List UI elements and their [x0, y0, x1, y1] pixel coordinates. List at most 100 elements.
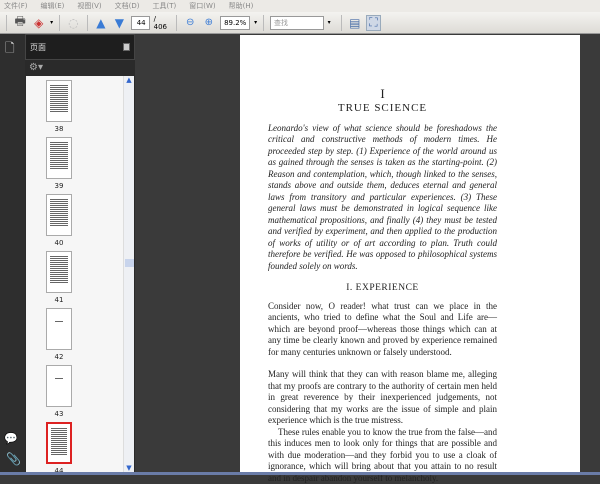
thumbnail-text-line	[50, 207, 68, 208]
panel-splitter[interactable]	[135, 34, 140, 472]
previous-page-button[interactable]: ▲	[94, 15, 109, 31]
thumbnail-text-line	[51, 442, 67, 443]
thumbnail-text-line	[50, 85, 68, 86]
thumbnail-text-line	[50, 162, 68, 163]
thumbnail-text-line	[51, 440, 67, 441]
thumbnail-text-line	[50, 93, 68, 94]
panel-menu-button[interactable]	[123, 43, 130, 51]
options-gear-icon[interactable]: ⚙▾	[25, 60, 135, 75]
thumbnail-text-line	[50, 107, 68, 108]
page-thumbnail[interactable]	[46, 251, 72, 293]
paragraph: Many will think that they can with reaso…	[268, 369, 497, 427]
thumbnail-text-line	[55, 321, 62, 322]
scroll-thumb[interactable]	[125, 259, 134, 267]
thumbnail-text-line	[51, 432, 67, 433]
chevron-down-icon[interactable]: ▾	[254, 19, 257, 26]
divider	[6, 15, 7, 31]
zoom-input[interactable]: 89.2%	[220, 16, 250, 30]
menu-help[interactable]: 帮助(H)	[229, 1, 254, 11]
thumbnail-text-line	[50, 152, 68, 153]
thumbnail-text-line	[51, 434, 67, 435]
thumbnail-text-line	[50, 217, 68, 218]
thumbnail-text-line	[50, 270, 68, 271]
thumbnail-text-line	[51, 454, 67, 455]
thumbnail-text-line	[50, 95, 68, 96]
paragraph: Consider now, O reader! what trust can w…	[268, 301, 497, 359]
full-screen-icon[interactable]: ⛶	[366, 15, 381, 31]
chapter-number: I	[268, 87, 497, 101]
thumbnail-text-line	[50, 101, 68, 102]
menu-view[interactable]: 视图(V)	[77, 1, 101, 11]
divider	[263, 15, 264, 31]
thumbnail-text-line	[50, 215, 68, 216]
scroll-down-button[interactable]: ▼	[124, 464, 134, 472]
divider	[176, 15, 177, 31]
thumbnail-text-line	[50, 268, 68, 269]
thumbnail-text-line	[50, 111, 68, 112]
thumbnail-text-line	[50, 256, 68, 257]
thumbnail-text-line	[51, 428, 67, 429]
paragraph: These rules enable you to know the true …	[268, 427, 497, 484]
next-page-button[interactable]: ▼	[112, 15, 127, 31]
navigation-pane-icons: 🗋 💬 📎	[0, 34, 25, 472]
page-thumbnail[interactable]	[46, 137, 72, 179]
collaborate-icon: ◌	[66, 15, 81, 31]
thumbnail-text-line	[50, 213, 68, 214]
zoom-out-button[interactable]: ⊖	[183, 15, 198, 31]
thumbnail-text-line	[50, 209, 68, 210]
thumbnail-text-line	[50, 223, 68, 224]
thumbnail-text-line	[51, 438, 67, 439]
thumbnail-text-line	[55, 378, 62, 379]
scroll-up-button[interactable]: ▲	[124, 76, 134, 84]
thumbnail-text-line	[50, 146, 68, 147]
panel-title: 页面	[30, 42, 46, 53]
scrollbar[interactable]: ▲ ▼	[123, 76, 134, 472]
search-input[interactable]: 查找	[270, 16, 324, 30]
chevron-down-icon[interactable]: ▾	[328, 19, 331, 26]
thumbnail-text-line	[50, 274, 68, 275]
thumbnail-text-line	[50, 150, 68, 151]
page-thumbnail-label: 42	[44, 353, 74, 361]
zoom-in-button[interactable]: ⊕	[202, 15, 217, 31]
thumbnail-text-line	[50, 266, 68, 267]
divider	[87, 15, 88, 31]
panel-header: 页面	[25, 34, 135, 60]
menu-file[interactable]: 文件(F)	[4, 1, 28, 11]
print-icon[interactable]: 🖶	[13, 15, 28, 31]
thumbnail-text-line	[50, 91, 68, 92]
page-thumbnail[interactable]	[46, 194, 72, 236]
page-number-input[interactable]: 44	[131, 16, 150, 30]
page-thumbnail[interactable]	[46, 80, 72, 122]
page-thumbnail-label: 39	[44, 182, 74, 190]
thumbnail-text-line	[50, 103, 68, 104]
thumbnail-list: ▲ ▼ 38394041424344	[26, 76, 134, 472]
section-title: I. EXPERIENCE	[268, 283, 497, 295]
menu-document[interactable]: 文档(D)	[115, 1, 140, 11]
thumbnail-text-line	[50, 278, 68, 279]
menu-window[interactable]: 窗口(W)	[189, 1, 215, 11]
thumbnail-text-line	[51, 452, 67, 453]
thumbnail-text-line	[51, 436, 67, 437]
menu-tools[interactable]: 工具(T)	[153, 1, 177, 11]
comments-icon[interactable]: 💬	[4, 432, 18, 445]
chevron-down-icon[interactable]: ▾	[50, 19, 53, 26]
fit-width-icon[interactable]: ▤	[348, 15, 363, 31]
menu-edit[interactable]: 编辑(E)	[41, 1, 65, 11]
create-pdf-icon[interactable]: ◈	[32, 15, 47, 31]
attachment-icon[interactable]: 📎	[6, 452, 21, 466]
thumbnail-text-line	[50, 225, 68, 226]
page-thumbnail[interactable]	[46, 308, 72, 350]
thumbnail-text-line	[50, 97, 68, 98]
thumbnail-text-line	[50, 199, 68, 200]
thumbnail-text-line	[50, 89, 68, 90]
page-thumbnail[interactable]	[46, 365, 72, 407]
divider	[341, 15, 342, 31]
thumbnail-text-line	[51, 450, 67, 451]
thumbnail-text-line	[50, 201, 68, 202]
thumbnail-text-line	[50, 260, 68, 261]
thumbnail-text-line	[51, 448, 67, 449]
thumbnail-text-line	[50, 166, 68, 167]
pages-icon[interactable]: 🗋	[5, 39, 15, 60]
page-thumbnail[interactable]	[46, 422, 72, 464]
thumbnail-text-line	[50, 205, 68, 206]
